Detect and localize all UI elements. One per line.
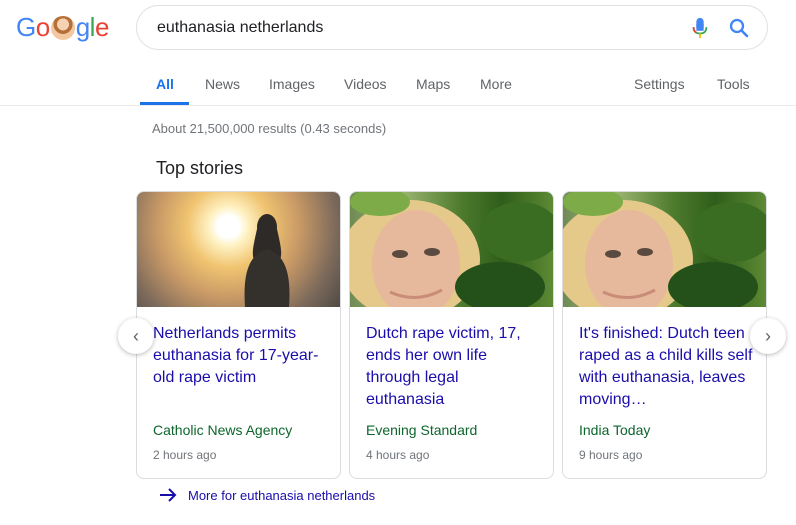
story-card-3[interactable]: It's finished: Dutch teen raped as a chi… <box>562 191 767 479</box>
logo-letter-o: o <box>35 11 50 42</box>
tab-news[interactable]: News <box>205 76 240 92</box>
section-title: Top stories <box>156 158 244 178</box>
story-time: 4 hours ago <box>366 448 430 462</box>
more-stories-text: More for euthanasia netherlands <box>188 487 376 503</box>
story-card-1[interactable]: Netherlands permits euthanasia for 17-ye… <box>136 191 341 479</box>
carousel-next-button[interactable]: › <box>750 318 786 354</box>
portrait-image <box>563 192 766 307</box>
search-box <box>136 5 768 50</box>
tab-videos[interactable]: Videos <box>344 76 387 92</box>
chevron-left-icon: ‹ <box>133 326 139 346</box>
chevron-right-icon: › <box>765 326 771 346</box>
story-thumbnail <box>137 192 340 307</box>
tab-more[interactable]: More <box>480 76 512 92</box>
result-stats: About 21,500,000 results (0.43 seconds) <box>152 121 387 136</box>
doodle-icon <box>50 16 75 40</box>
tools-link[interactable]: Tools <box>717 76 750 92</box>
active-tab-indicator <box>140 102 189 105</box>
arrow-right-icon <box>160 488 177 502</box>
tab-all[interactable]: All <box>156 76 174 92</box>
tab-images[interactable]: Images <box>269 76 315 92</box>
logo-letter-e: e <box>94 11 109 42</box>
search-input[interactable] <box>157 18 657 37</box>
logo-letter-g: G <box>16 11 36 42</box>
search-tabs: All News Images Videos Maps More Setting… <box>0 60 796 106</box>
story-card-2[interactable]: Dutch rape victim, 17, ends her own life… <box>349 191 554 479</box>
google-logo[interactable]: G o g l e <box>16 10 109 44</box>
story-time: 2 hours ago <box>153 448 217 462</box>
story-thumbnail <box>350 192 553 307</box>
tab-maps[interactable]: Maps <box>416 76 450 92</box>
mic-icon[interactable] <box>690 17 710 39</box>
logo-letter-g2: g <box>75 11 90 42</box>
more-stories-link[interactable]: More for euthanasia netherlands <box>158 487 375 503</box>
story-headline[interactable]: Netherlands permits euthanasia for 17-ye… <box>153 323 328 389</box>
carousel-prev-button[interactable]: ‹ <box>118 318 154 354</box>
search-icon[interactable] <box>727 16 751 40</box>
story-source: India Today <box>579 422 651 438</box>
story-headline[interactable]: It's finished: Dutch teen raped as a chi… <box>579 323 754 411</box>
story-source: Catholic News Agency <box>153 422 293 438</box>
story-thumbnail <box>563 192 766 307</box>
settings-link[interactable]: Settings <box>634 76 685 92</box>
story-headline[interactable]: Dutch rape victim, 17, ends her own life… <box>366 323 541 411</box>
story-time: 9 hours ago <box>579 448 643 462</box>
silhouette-image <box>244 214 290 307</box>
story-source: Evening Standard <box>366 422 478 438</box>
portrait-image <box>350 192 553 307</box>
